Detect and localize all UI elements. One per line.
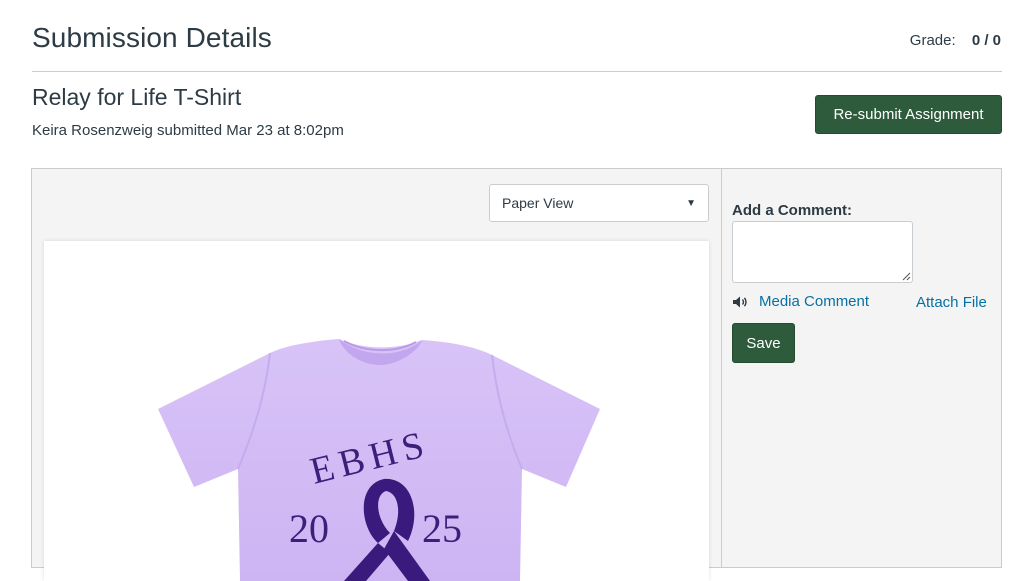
add-comment-label: Add a Comment: — [732, 202, 852, 219]
page-title: Submission Details — [32, 22, 272, 53]
shirt-year-right: 25 — [422, 506, 462, 551]
shirt-year-left: 20 — [289, 506, 329, 551]
speaker-icon — [733, 296, 747, 307]
comment-textarea[interactable] — [732, 221, 913, 283]
view-mode-select[interactable]: Paper View ▼ — [489, 184, 709, 222]
panel-divider — [721, 169, 722, 567]
save-comment-button[interactable]: Save — [732, 323, 795, 363]
media-comment-link[interactable]: Media Comment — [732, 293, 869, 310]
resize-handle-icon[interactable] — [902, 272, 911, 281]
resubmit-assignment-button[interactable]: Re-submit Assignment — [815, 95, 1002, 134]
submission-info: Keira Rosenzweig submitted Mar 23 at 8:0… — [32, 122, 344, 139]
grade-value: 0 / 0 — [971, 32, 1001, 49]
assignment-title: Relay for Life T-Shirt — [32, 84, 242, 110]
tshirt-image: EBHS 20 25 — [158, 339, 600, 581]
grade-display: Grade: 0 / 0 — [910, 32, 1001, 49]
submission-panel: Paper View ▼ EBHS 20 25 Add a Comment: M… — [31, 168, 1002, 581]
chevron-down-icon: ▼ — [686, 197, 696, 209]
view-mode-value: Paper View — [502, 195, 574, 211]
attach-file-link[interactable]: Attach File — [916, 294, 987, 311]
media-comment-label: Media Comment — [759, 293, 870, 310]
submission-preview: EBHS 20 25 — [44, 241, 709, 581]
header-divider — [32, 71, 1002, 72]
grade-label: Grade: — [909, 32, 956, 49]
